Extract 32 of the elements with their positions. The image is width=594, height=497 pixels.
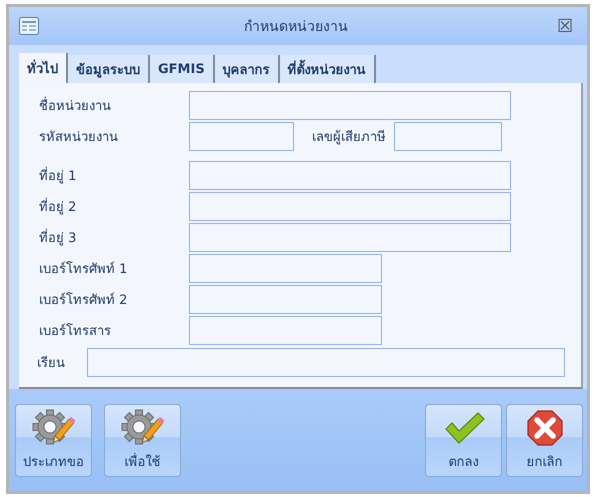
input-field[interactable]: [87, 348, 565, 377]
field-label: ชื่อหน่วยงาน: [19, 95, 189, 116]
field-label: เบอร์โทรสาร: [38, 322, 112, 341]
input-field[interactable]: [394, 122, 502, 151]
input-field[interactable]: [189, 122, 294, 151]
close-button[interactable]: ☒: [553, 15, 577, 37]
field-label: เรียน: [36, 354, 65, 373]
form-icon: [19, 17, 39, 35]
toolbar-button[interactable]: เพื่อใช้: [104, 404, 181, 476]
input-field[interactable]: [189, 91, 511, 120]
input-field[interactable]: [189, 254, 382, 283]
field-label: ที่อยู่ 2: [19, 196, 189, 217]
input-field[interactable]: [189, 316, 382, 345]
toolbar-button[interactable]: ตกลง: [425, 404, 502, 476]
toolbar-button[interactable]: ยกเลิก: [506, 404, 583, 476]
field-label: เลขผู้เสียภาษี: [312, 128, 386, 147]
field-label: เบอร์โทรศัพท์ 2: [38, 291, 128, 310]
toolbar-button[interactable]: ประเภทขอ: [15, 404, 92, 476]
field-label: ที่อยู่ 3: [19, 227, 189, 248]
field-label: เบอร์โทรศัพท์ 1: [38, 260, 128, 279]
tab[interactable]: ที่ตั้งหน่วยงาน: [280, 55, 376, 83]
input-field[interactable]: [189, 223, 511, 252]
tab[interactable]: บุคลากร: [214, 55, 280, 83]
tab[interactable]: ข้อมูลระบบ: [68, 55, 150, 83]
input-field[interactable]: [189, 192, 511, 221]
input-field[interactable]: [189, 161, 511, 190]
tab[interactable]: ทั่วไป: [19, 53, 68, 83]
tab[interactable]: GFMIS: [150, 55, 215, 83]
field-label: ที่อยู่ 1: [19, 165, 189, 186]
input-field[interactable]: [189, 285, 382, 314]
window-title: กำหนดหน่วยงาน: [243, 18, 349, 37]
field-label: รหัสหน่วยงาน: [38, 129, 119, 147]
